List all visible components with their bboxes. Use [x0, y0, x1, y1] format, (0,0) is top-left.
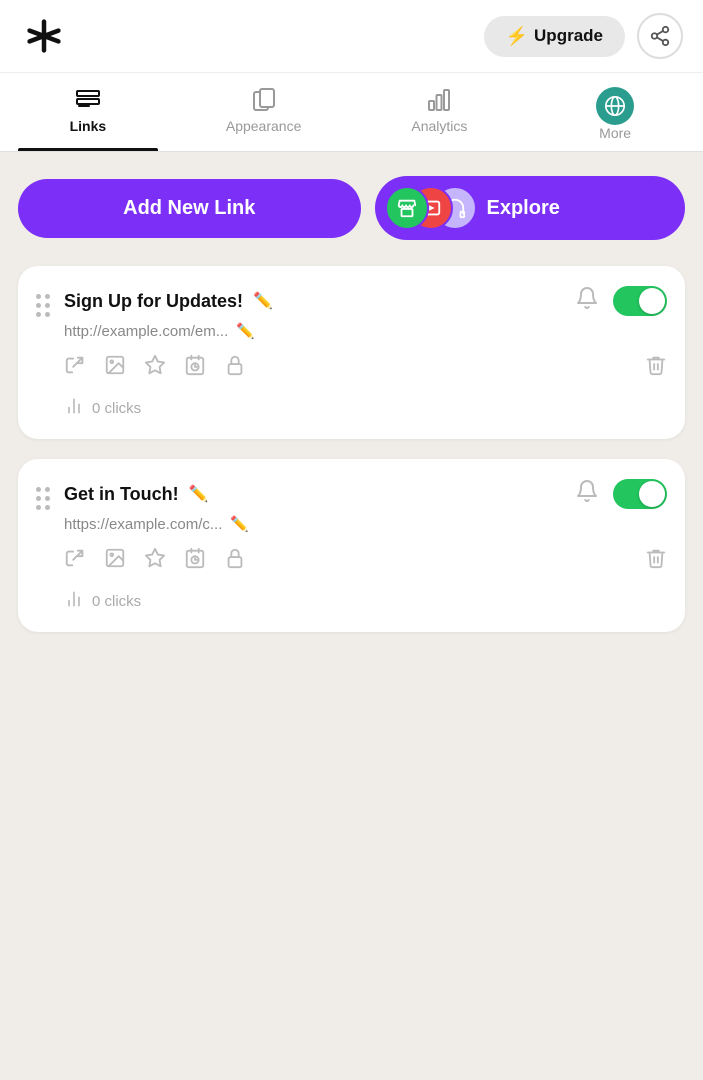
card-content-1: Sign Up for Updates! ✏️ http://example.	[64, 286, 667, 421]
add-new-link-button[interactable]: Add New Link	[18, 179, 361, 238]
link-url-2: https://example.com/c...	[64, 516, 222, 533]
header: ⚡ Upgrade	[0, 0, 703, 73]
tab-appearance-label: Appearance	[226, 118, 302, 134]
nav-tabs: Links Appearance Analytics More	[0, 73, 703, 152]
toggle-1[interactable]	[613, 286, 667, 316]
image-icon-1[interactable]	[104, 354, 126, 382]
tab-analytics[interactable]: Analytics	[352, 73, 528, 151]
link-url-1: http://example.com/em...	[64, 323, 228, 340]
share-icon	[649, 25, 671, 47]
header-right: ⚡ Upgrade	[484, 13, 683, 59]
link-clicks-1: 0 clicks	[92, 400, 141, 417]
explore-button[interactable]: Explore	[375, 176, 686, 240]
star-icon-1[interactable]	[144, 354, 166, 382]
card-url-row-1: http://example.com/em... ✏️	[64, 322, 667, 340]
bell-icon-2[interactable]	[575, 479, 599, 509]
logo	[20, 12, 68, 60]
logo-icon	[26, 18, 62, 54]
bell-icon-1[interactable]	[575, 286, 599, 316]
card-stats-1: 0 clicks	[64, 396, 667, 421]
bolt-icon: ⚡	[506, 26, 528, 47]
links-tab-icon	[75, 87, 101, 113]
delete-icon-2[interactable]	[645, 547, 667, 575]
card-title-right-2	[575, 479, 667, 509]
tab-more[interactable]: More	[527, 73, 703, 151]
appearance-tab-icon	[251, 87, 277, 113]
tab-appearance[interactable]: Appearance	[176, 73, 352, 151]
stats-bar-icon-1	[64, 396, 84, 421]
stats-bar-icon-2	[64, 589, 84, 614]
analytics-tab-icon	[426, 87, 452, 113]
lock-icon-2[interactable]	[224, 547, 246, 575]
add-link-label: Add New Link	[123, 197, 255, 219]
link-card-2: Get in Touch! ✏️ https://example.com/c.	[18, 459, 685, 632]
schedule-icon-1[interactable]	[184, 354, 206, 382]
share-button[interactable]	[637, 13, 683, 59]
title-edit-pencil-1[interactable]: ✏️	[253, 291, 273, 311]
card-actions-1	[64, 354, 667, 382]
tab-more-label: More	[599, 125, 631, 141]
drag-handle-1[interactable]	[36, 294, 50, 317]
tab-links-label: Links	[70, 118, 107, 134]
url-edit-pencil-1[interactable]: ✏️	[236, 322, 255, 340]
card-title-right-1	[575, 286, 667, 316]
card-title-row-1: Sign Up for Updates! ✏️	[64, 286, 667, 316]
card-actions-2	[64, 547, 667, 575]
link-title-1: Sign Up for Updates!	[64, 291, 243, 312]
toggle-knob-2	[639, 481, 665, 507]
upgrade-label: Upgrade	[534, 26, 603, 46]
url-edit-pencil-2[interactable]: ✏️	[230, 515, 249, 533]
lock-icon-1[interactable]	[224, 354, 246, 382]
action-row: Add New Link	[18, 176, 685, 240]
redirect-icon-2[interactable]	[64, 547, 86, 575]
tab-analytics-label: Analytics	[411, 118, 467, 134]
globe-icon-container	[596, 87, 634, 125]
card-url-row-2: https://example.com/c... ✏️	[64, 515, 667, 533]
card-content-2: Get in Touch! ✏️ https://example.com/c.	[64, 479, 667, 614]
card-stats-2: 0 clicks	[64, 589, 667, 614]
explore-label: Explore	[487, 197, 560, 220]
explore-icons	[385, 186, 475, 230]
title-edit-pencil-2[interactable]: ✏️	[189, 484, 209, 504]
globe-icon	[604, 95, 626, 117]
redirect-icon-1[interactable]	[64, 354, 86, 382]
link-clicks-2: 0 clicks	[92, 593, 141, 610]
star-icon-2[interactable]	[144, 547, 166, 575]
tab-links[interactable]: Links	[0, 73, 176, 151]
drag-handle-2[interactable]	[36, 487, 50, 510]
toggle-2[interactable]	[613, 479, 667, 509]
delete-icon-1[interactable]	[645, 354, 667, 382]
explore-icon-shop	[385, 186, 429, 230]
toggle-knob-1	[639, 288, 665, 314]
schedule-icon-2[interactable]	[184, 547, 206, 575]
upgrade-button[interactable]: ⚡ Upgrade	[484, 16, 625, 57]
link-card-1: Sign Up for Updates! ✏️ http://example.	[18, 266, 685, 439]
link-title-2: Get in Touch!	[64, 484, 179, 505]
card-title-row-2: Get in Touch! ✏️	[64, 479, 667, 509]
main-content: Add New Link	[0, 152, 703, 676]
image-icon-2[interactable]	[104, 547, 126, 575]
